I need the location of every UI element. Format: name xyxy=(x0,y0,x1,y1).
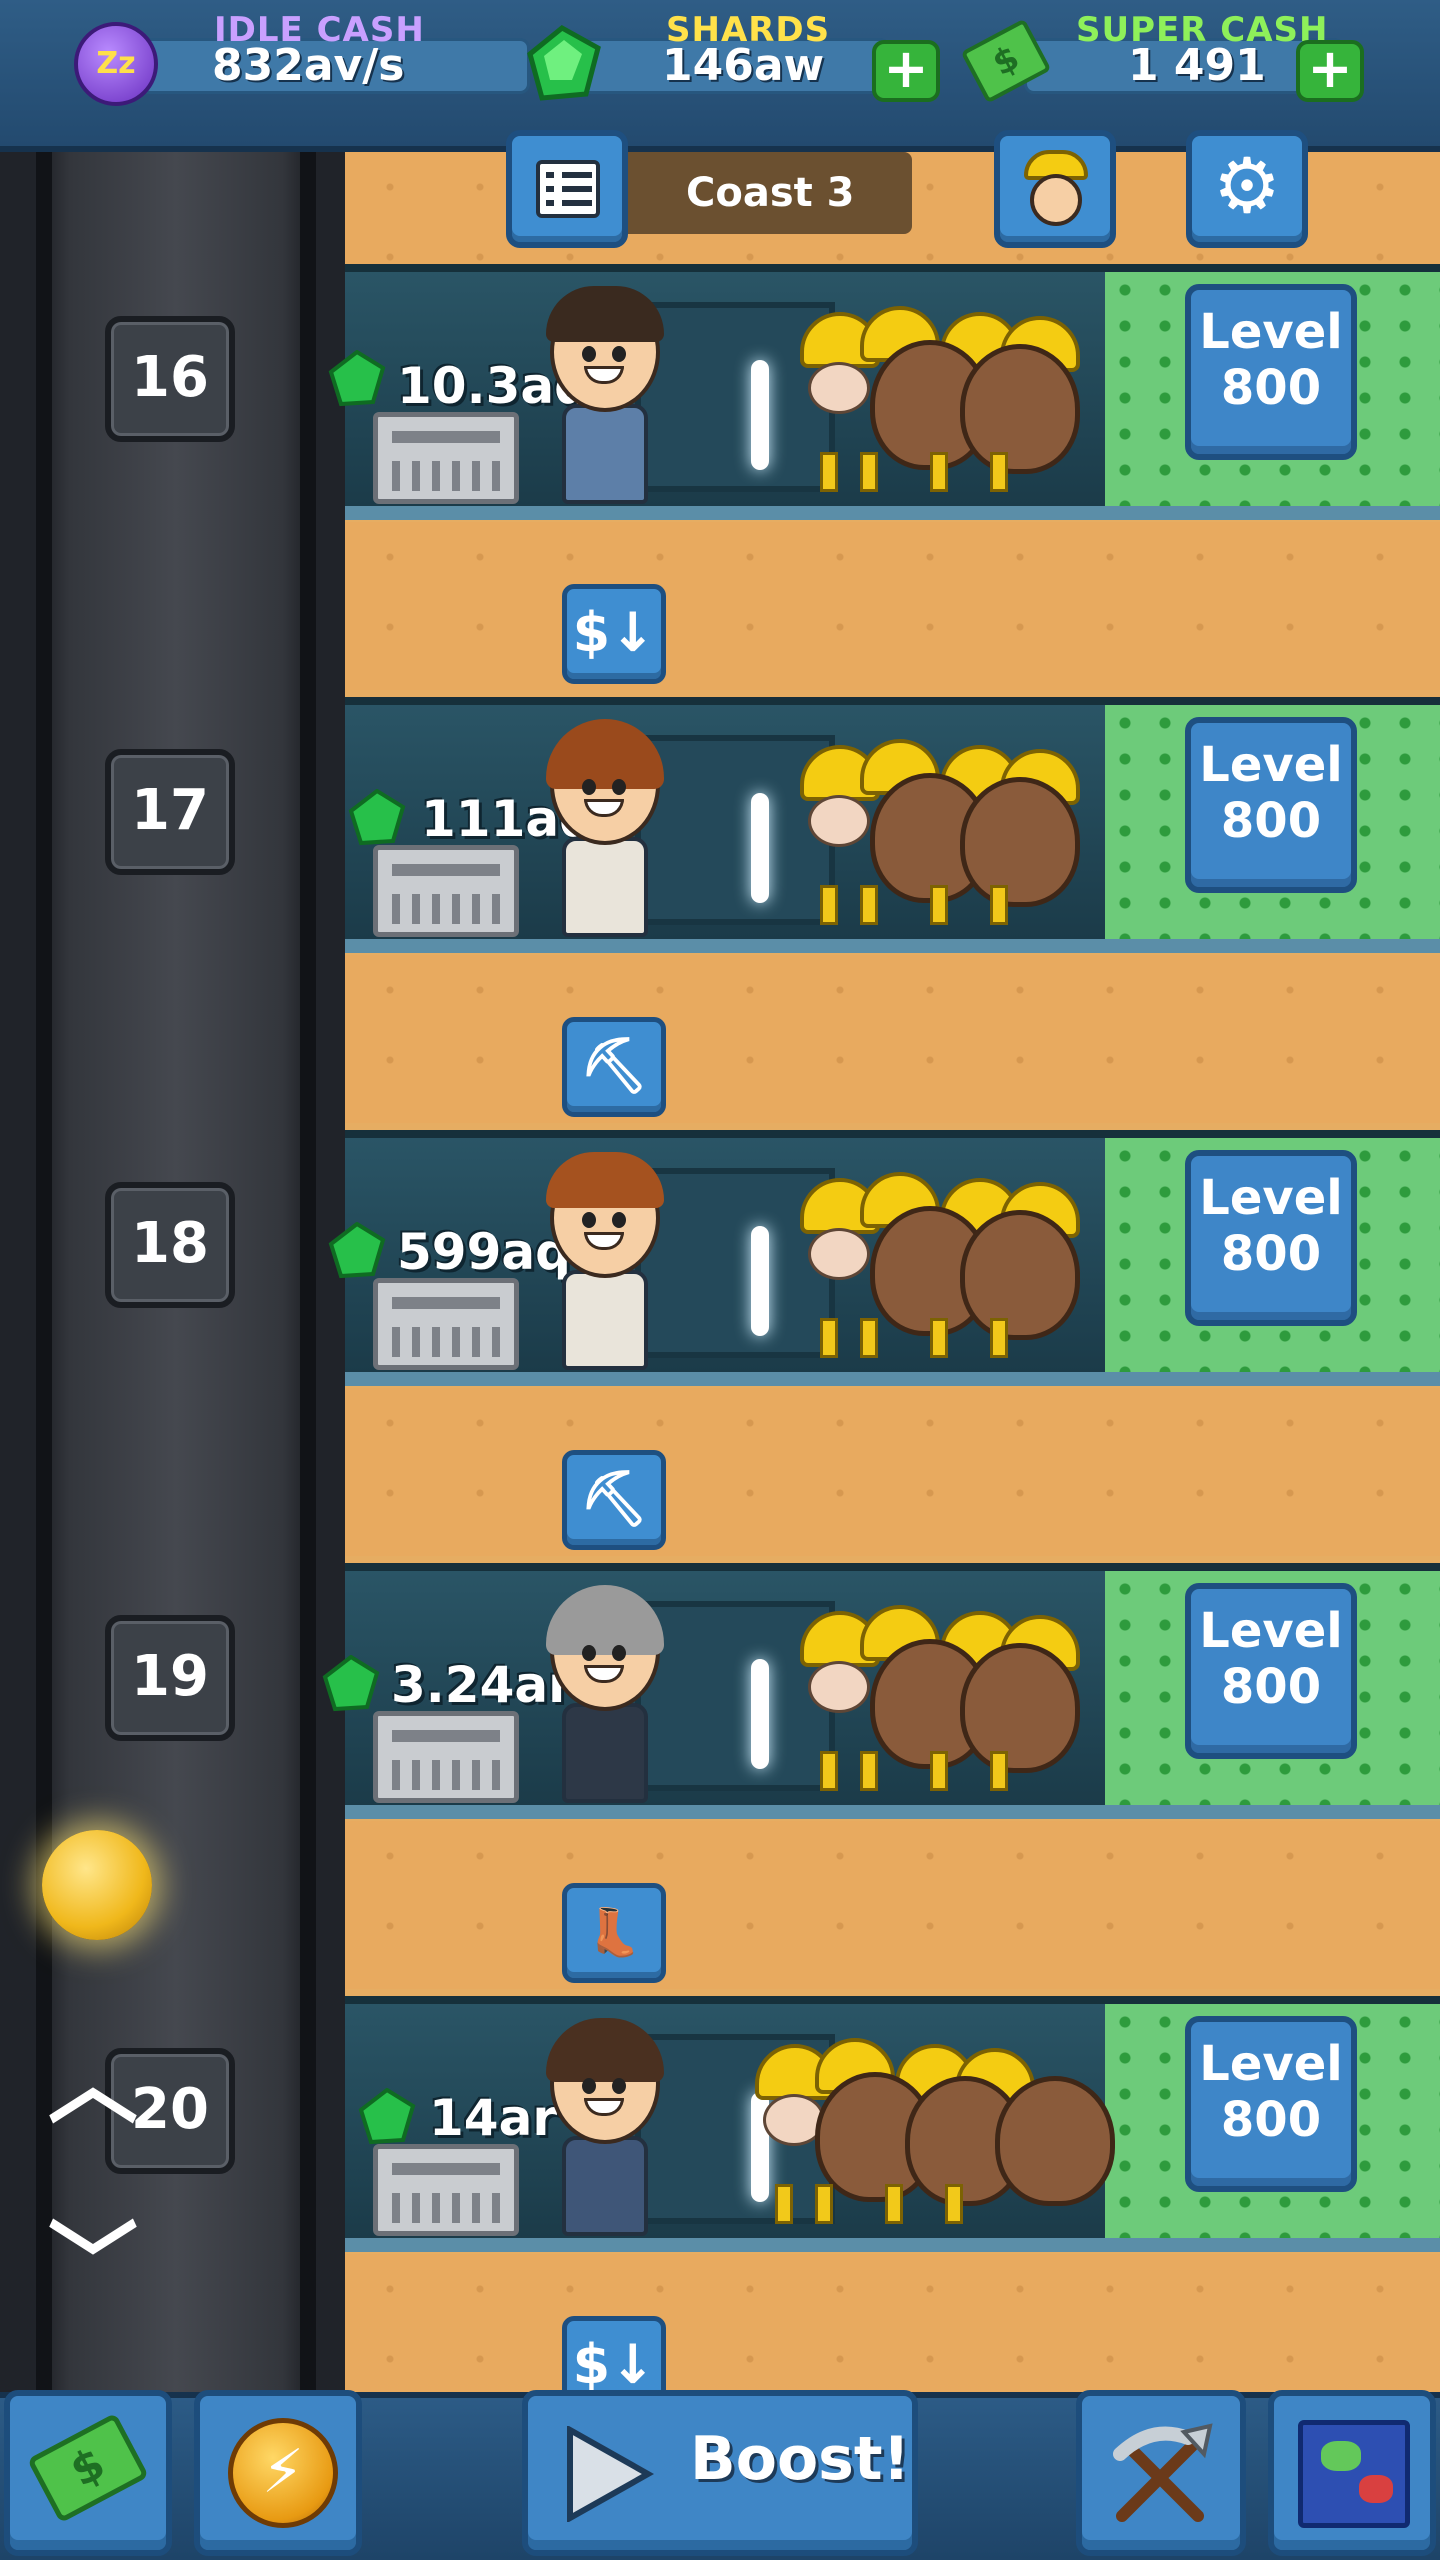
green-shard-icon xyxy=(327,349,387,412)
shaft-manager[interactable] xyxy=(540,719,664,955)
green-shard-icon xyxy=(520,24,604,112)
miner-crew xyxy=(800,302,1080,512)
shop-button[interactable]: $ xyxy=(4,2390,172,2556)
pickaxe-shovel-icon xyxy=(1102,2416,1220,2538)
cash-down-icon[interactable]: $↓ xyxy=(562,584,666,684)
task-list-icon xyxy=(536,160,600,218)
shaft-manager[interactable] xyxy=(540,1585,664,1821)
shaft-number-18[interactable]: 18 xyxy=(105,1182,235,1308)
shaft-crate[interactable] xyxy=(373,2144,519,2236)
shaft-crate[interactable] xyxy=(373,1278,519,1370)
mine-shaft-19: 3.24ar Level 800 xyxy=(322,1563,1440,1821)
mine-shaft-20: 14ar Level 800 xyxy=(345,1996,1440,2252)
boost-label: Boost! xyxy=(690,2424,910,2494)
shaft-stock-amount: 14ar xyxy=(429,2089,557,2147)
shaft-manager[interactable] xyxy=(540,1152,664,1388)
green-shard-icon xyxy=(357,2087,417,2150)
level-label: Level xyxy=(1199,2036,1343,2092)
boot-icon[interactable]: 👢 xyxy=(562,1883,666,1983)
pickaxe-icon[interactable]: ⛏ xyxy=(562,1450,666,1550)
level-value: 800 xyxy=(1220,2092,1322,2148)
shaft-number-16[interactable]: 16 xyxy=(105,316,235,442)
mine-name-banner[interactable]: Coast 3 xyxy=(616,152,912,234)
mine-area: 10.3aq Level 800 $↓ 111aq Level 800 ⛏ 59… xyxy=(322,152,1440,2416)
level-label: Level xyxy=(1199,1170,1343,1226)
add-shards-button[interactable]: + xyxy=(872,40,940,102)
level-up-button[interactable]: Level 800 xyxy=(1185,1583,1357,1759)
chevron-up-icon[interactable]: ︿ xyxy=(48,2040,138,2130)
green-shard-icon xyxy=(347,788,407,851)
manager-button[interactable] xyxy=(994,130,1116,248)
level-up-button[interactable]: Level 800 xyxy=(1185,2016,1357,2192)
green-shard-icon xyxy=(327,1221,387,1284)
shaft-number-19[interactable]: 19 xyxy=(105,1615,235,1741)
task-list-button[interactable] xyxy=(506,130,628,248)
level-label: Level xyxy=(1199,737,1343,793)
sleep-coin-icon: Zz xyxy=(74,22,158,106)
idle-cash-value: 832av/s xyxy=(212,40,405,91)
mine-shaft-16: 10.3aq Level 800 xyxy=(328,264,1440,522)
shaft-crate[interactable] xyxy=(373,845,519,937)
shaft-number-17[interactable]: 17 xyxy=(105,749,235,875)
shards-display[interactable]: SHARDS 146aw + xyxy=(520,10,950,130)
super-cash-value: 1 491 xyxy=(1128,40,1266,91)
idle-cash-display[interactable]: Zz IDLE CASH 832av/s xyxy=(70,10,530,130)
shaft-crate[interactable] xyxy=(373,1711,519,1803)
manager-portrait-icon xyxy=(1020,150,1092,230)
level-label: Level xyxy=(1199,304,1343,360)
add-super-cash-button[interactable]: + xyxy=(1296,40,1364,102)
level-value: 800 xyxy=(1220,1226,1322,1282)
level-up-button[interactable]: Level 800 xyxy=(1185,1150,1357,1326)
green-shard-icon xyxy=(321,1654,381,1717)
pickaxe-icon[interactable]: ⛏ xyxy=(562,1017,666,1117)
shaft-manager[interactable] xyxy=(540,286,664,522)
shards-value: 146aw xyxy=(662,40,825,91)
level-value: 800 xyxy=(1220,360,1322,416)
miner-crew xyxy=(800,1601,1080,1811)
mine-shaft-18: 599aq Level 800 xyxy=(328,1130,1440,1388)
settings-button[interactable]: ⚙ xyxy=(1186,130,1308,248)
level-value: 800 xyxy=(1220,1659,1322,1715)
chevron-down-icon[interactable]: ﹀ xyxy=(48,2220,138,2310)
shaft-crate[interactable] xyxy=(373,412,519,504)
miner-crew xyxy=(800,735,1080,945)
level-up-button[interactable]: Level 800 xyxy=(1185,284,1357,460)
level-up-button[interactable]: Level 800 xyxy=(1185,717,1357,893)
cash-stack-icon: $ xyxy=(26,2412,150,2524)
golden-manager-coin-icon[interactable] xyxy=(42,1830,152,1940)
map-button[interactable] xyxy=(1268,2390,1436,2556)
world-map-icon xyxy=(1298,2420,1410,2528)
gear-icon: ⚙ xyxy=(1212,141,1282,230)
level-value: 800 xyxy=(1220,793,1322,849)
play-arrow-icon xyxy=(564,2424,655,2526)
miner-crew xyxy=(755,2034,1115,2244)
shaft-manager[interactable] xyxy=(540,2018,664,2254)
miner-crew xyxy=(800,1168,1080,1378)
lightning-coin-icon: ⚡ xyxy=(228,2418,338,2528)
boost-coins-button[interactable]: ⚡ xyxy=(194,2390,362,2556)
mine-shaft-17: 111aq Level 800 xyxy=(345,697,1440,953)
tools-button[interactable] xyxy=(1076,2390,1246,2556)
super-cash-display[interactable]: $ SUPER CASH 1 491 + xyxy=(960,10,1380,130)
level-label: Level xyxy=(1199,1603,1343,1659)
